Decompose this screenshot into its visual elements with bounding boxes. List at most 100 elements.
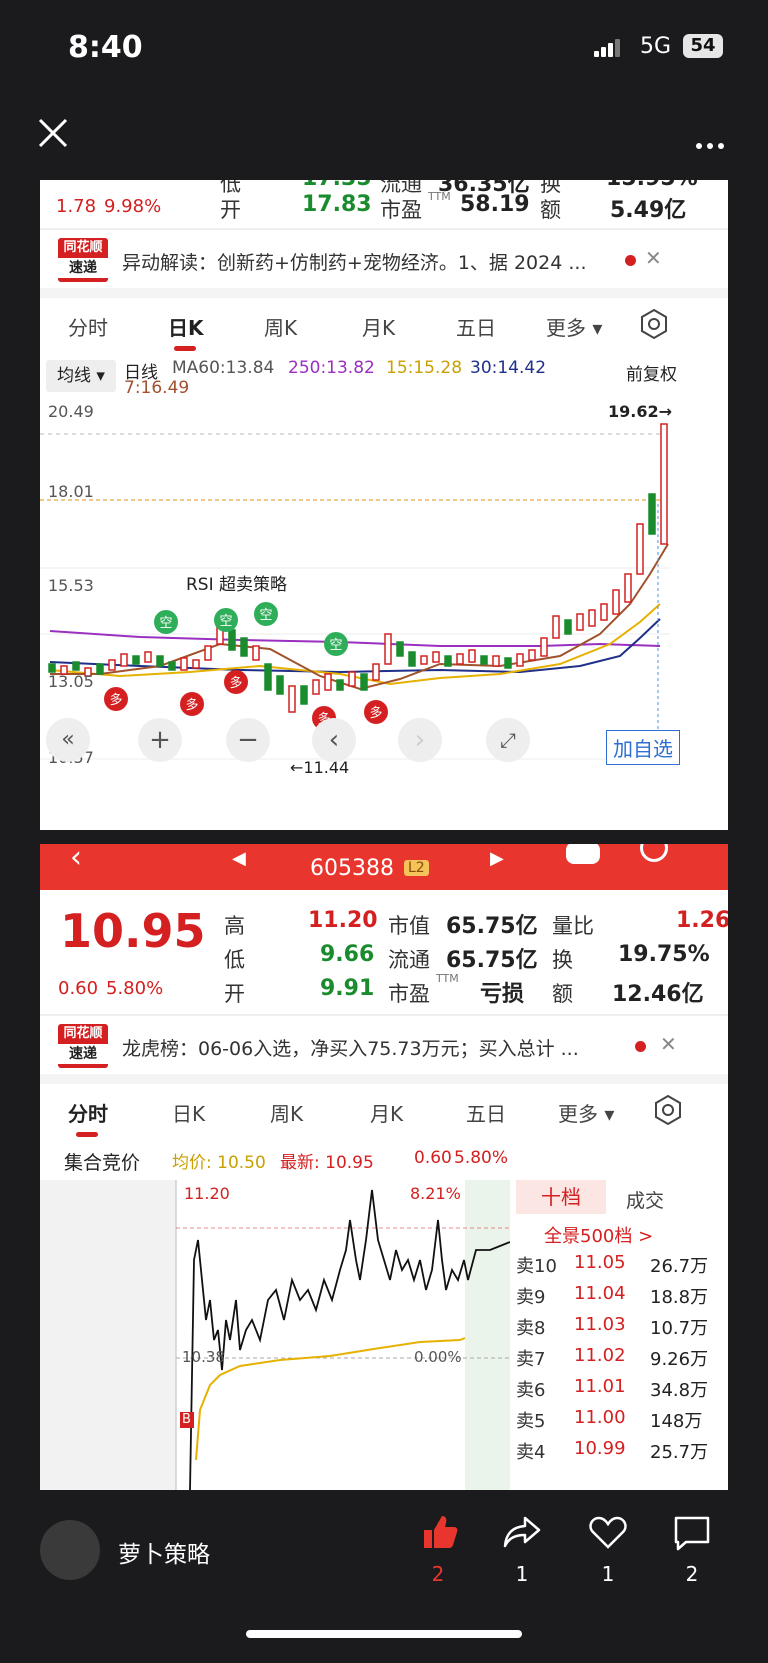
tab-five-day[interactable]: 五日 <box>466 1098 506 1127</box>
order-book-row[interactable]: 卖10 11.05 26.7万 <box>516 1252 728 1280</box>
order-book-level: 卖7 <box>516 1349 546 1370</box>
back-icon[interactable]: ‹ <box>70 844 82 875</box>
comment-icon[interactable] <box>672 1514 712 1552</box>
k-candle <box>552 615 560 639</box>
tab-weekly-k[interactable]: 周K <box>264 312 297 341</box>
amount-value: 12.46亿 <box>612 982 704 1007</box>
tab-five-day[interactable]: 五日 <box>456 312 496 341</box>
ma-selector[interactable]: 均线 ▾ <box>46 360 116 392</box>
order-book-row[interactable]: 卖9 11.04 18.8万 <box>516 1283 728 1311</box>
news-ticker[interactable]: 异动解读：创新药+仿制药+宠物经济。1、据 2024 ... <box>122 248 612 275</box>
order-book-price: 11.05 <box>574 1252 626 1273</box>
favorite-icon[interactable] <box>588 1514 628 1550</box>
news-ticker[interactable]: 龙虎榜：06-06入选，净买入75.73万元；买入总计 ... <box>122 1034 622 1061</box>
k-candle <box>96 663 104 675</box>
short-signal-label: 空 <box>219 614 232 629</box>
stock-code: 605388 <box>310 856 394 881</box>
change-pct: 9.98% <box>104 196 162 217</box>
battery-icon: 54 <box>683 34 723 58</box>
turnover-label: 换 <box>552 948 573 972</box>
open-value: 9.91 <box>320 976 375 1001</box>
auction-label: 集合竞价 <box>64 1152 141 1174</box>
assistant-icon[interactable] <box>566 844 600 864</box>
search-icon[interactable] <box>640 844 668 862</box>
settings-icon[interactable] <box>652 1094 684 1126</box>
author-name[interactable]: 萝卜策略 <box>118 1535 210 1569</box>
k-candle <box>312 679 320 695</box>
k-candle <box>540 637 548 657</box>
tab-minute[interactable]: 分时 <box>68 312 108 341</box>
zoom-out-icon[interactable]: − <box>226 718 270 762</box>
ma60-value: MA60:13.84 <box>172 358 275 378</box>
pe-value: 亏损 <box>480 982 525 1007</box>
signal-icon <box>594 38 622 57</box>
k-candle <box>480 655 488 665</box>
change-pct: 5.80% <box>106 978 164 999</box>
home-indicator <box>246 1630 522 1638</box>
candles: 多多多多多空空空空 <box>48 423 668 730</box>
tab-ten-levels[interactable]: 十档 <box>516 1180 606 1214</box>
avg-price: 均价: 10.50 <box>172 1153 266 1173</box>
zoom-in-icon[interactable]: + <box>138 718 182 762</box>
chart-base-pct: 0.00% <box>414 1348 462 1366</box>
k-candle <box>660 423 668 545</box>
tab-more[interactable]: 更多 ▾ <box>558 1098 614 1127</box>
chart-top-price: 11.20 <box>184 1184 230 1203</box>
intraday-chart[interactable] <box>40 1180 510 1490</box>
ma15-value: 15:15.28 <box>386 358 463 378</box>
settings-icon[interactable] <box>638 308 670 340</box>
strategy-label: RSI 超卖策略 <box>186 575 288 595</box>
share-icon[interactable] <box>503 1514 541 1550</box>
tab-minute[interactable]: 分时 <box>68 1098 108 1127</box>
pe-label: 市盈 <box>388 982 430 1006</box>
open-label: 开 <box>224 982 245 1006</box>
latest-pct: 5.80% <box>454 1148 509 1168</box>
tab-trades[interactable]: 成交 <box>626 1186 664 1213</box>
k-candle <box>144 651 152 663</box>
k-candle <box>600 603 608 621</box>
k-candle <box>576 613 584 631</box>
order-book-row[interactable]: 卖4 10.99 25.7万 <box>516 1438 728 1466</box>
tab-daily-k[interactable]: 日K <box>168 312 204 341</box>
current-price: 10.95 <box>60 904 206 958</box>
k-candle <box>468 649 476 663</box>
order-book-row[interactable]: 卖5 11.00 148万 <box>516 1407 728 1435</box>
order-book-level: 卖4 <box>516 1442 546 1463</box>
panorama-link[interactable]: 全景500档 > <box>544 1222 653 1248</box>
k-candle <box>504 657 512 669</box>
ma30-value: 30:14.42 <box>470 358 547 378</box>
long-signal-label: 多 <box>229 675 242 691</box>
dismiss-news-icon[interactable]: ✕ <box>660 1032 677 1056</box>
tab-weekly-k[interactable]: 周K <box>270 1098 303 1127</box>
scroll-left-icon[interactable]: ‹ <box>312 718 356 762</box>
order-book: 十档 成交 全景500档 > 卖10 11.05 26.7万 卖9 11.04 18.8万… <box>516 1180 728 1490</box>
tab-monthly-k[interactable]: 月K <box>362 312 395 341</box>
k-candle <box>408 651 416 667</box>
order-book-level: 卖5 <box>516 1411 546 1432</box>
avatar[interactable] <box>40 1520 100 1580</box>
short-signal-label: 空 <box>329 638 342 653</box>
order-book-row[interactable]: 卖7 11.02 9.26万 <box>516 1345 728 1373</box>
close-icon[interactable] <box>36 116 70 150</box>
tab-daily-k[interactable]: 日K <box>172 1098 205 1127</box>
latest-price: 最新: 10.95 <box>280 1153 374 1173</box>
adjust-label[interactable]: 前复权 <box>626 360 677 385</box>
y-top-label: 20.49 <box>48 402 94 421</box>
order-book-level: 卖8 <box>516 1318 546 1339</box>
more-options-icon[interactable] <box>696 134 729 153</box>
scroll-left-fast-icon[interactable]: « <box>46 718 90 762</box>
order-book-row[interactable]: 卖6 11.01 34.8万 <box>516 1376 728 1404</box>
like-icon[interactable] <box>420 1512 460 1552</box>
add-watchlist-button[interactable]: 加自选 <box>606 730 680 765</box>
scroll-right-icon[interactable]: › <box>398 718 442 762</box>
amount-label: 额 <box>552 982 573 1006</box>
tab-monthly-k[interactable]: 月K <box>370 1098 403 1127</box>
next-stock-icon[interactable]: ▶ <box>490 848 504 869</box>
y-low1-label: 13.05 <box>48 672 94 691</box>
order-book-row[interactable]: 卖8 11.03 10.7万 <box>516 1314 728 1342</box>
dismiss-news-icon[interactable]: ✕ <box>645 246 662 270</box>
tab-more[interactable]: 更多 ▾ <box>546 312 602 341</box>
prev-stock-icon[interactable]: ◀ <box>232 848 246 869</box>
short-signal-label: 空 <box>159 616 172 631</box>
fullscreen-icon[interactable]: ⤢ <box>486 718 530 762</box>
